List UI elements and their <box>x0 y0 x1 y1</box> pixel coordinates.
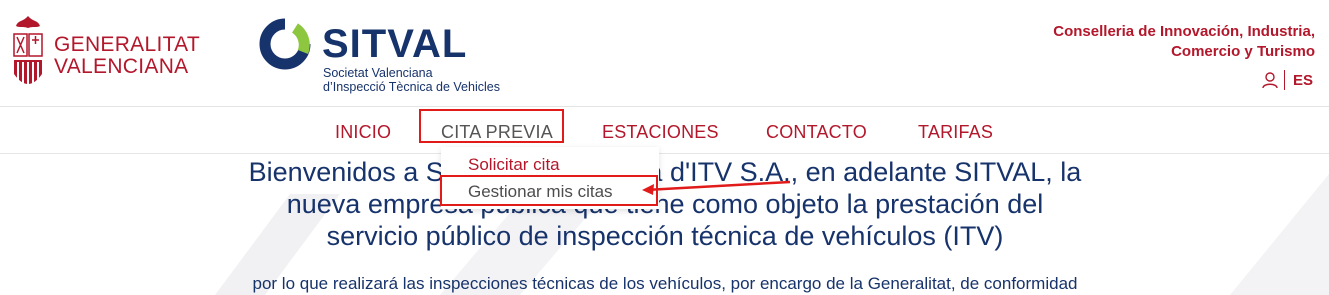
sitval-subtitle-line-1: Societat Valenciana <box>323 66 433 80</box>
main-navigation: INICIO CITA PREVIA ESTACIONES CONTACTO T… <box>0 108 1329 154</box>
nav-item-estaciones[interactable]: ESTACIONES <box>602 122 719 143</box>
annotation-arrow-icon <box>642 180 791 195</box>
sitval-logo-text[interactable]: SITVAL <box>322 24 467 64</box>
language-separator <box>1284 70 1285 90</box>
welcome-line-3: servicio público de inspección técnica d… <box>326 221 1004 251</box>
conselleria-line-1: Conselleria de Innovación, Industria, <box>1053 23 1315 40</box>
nav-item-contacto[interactable]: CONTACTO <box>766 122 867 143</box>
nav-item-tarifas[interactable]: TARIFAS <box>918 122 993 143</box>
welcome-heading: Bienvenidos a Societat Valenciana d'ITV … <box>140 156 1190 252</box>
user-icon[interactable] <box>1261 71 1279 89</box>
sitval-subtitle: Societat Valenciana d’Inspecció Tècnica … <box>323 66 500 94</box>
conselleria-line-2: Comercio y Turismo <box>1171 43 1315 60</box>
conselleria-title: Conselleria de Innovación, Industria, Co… <box>1053 22 1315 62</box>
generalitat-crest-icon <box>13 16 43 89</box>
gv-line-2: VALENCIANA <box>54 55 189 78</box>
nav-item-inicio[interactable]: INICIO <box>335 122 391 143</box>
gestionar-citas-highlight <box>440 175 658 206</box>
language-selector[interactable]: ES <box>1293 72 1313 89</box>
cita-previa-highlight <box>419 109 564 143</box>
sitval-logo-icon[interactable] <box>259 18 311 70</box>
site-header: GENERALITAT VALENCIANA SITVAL Societat V… <box>0 0 1329 107</box>
sitval-subtitle-line-2: d’Inspecció Tècnica de Vehicles <box>323 80 500 94</box>
gv-line-1: GENERALITAT <box>54 33 201 56</box>
intro-paragraph: por lo que realizará las inspecciones té… <box>252 274 1078 293</box>
dropdown-item-solicitar-cita[interactable]: Solicitar cita <box>468 155 560 175</box>
generalitat-logo-text[interactable]: GENERALITAT VALENCIANA <box>54 34 200 78</box>
